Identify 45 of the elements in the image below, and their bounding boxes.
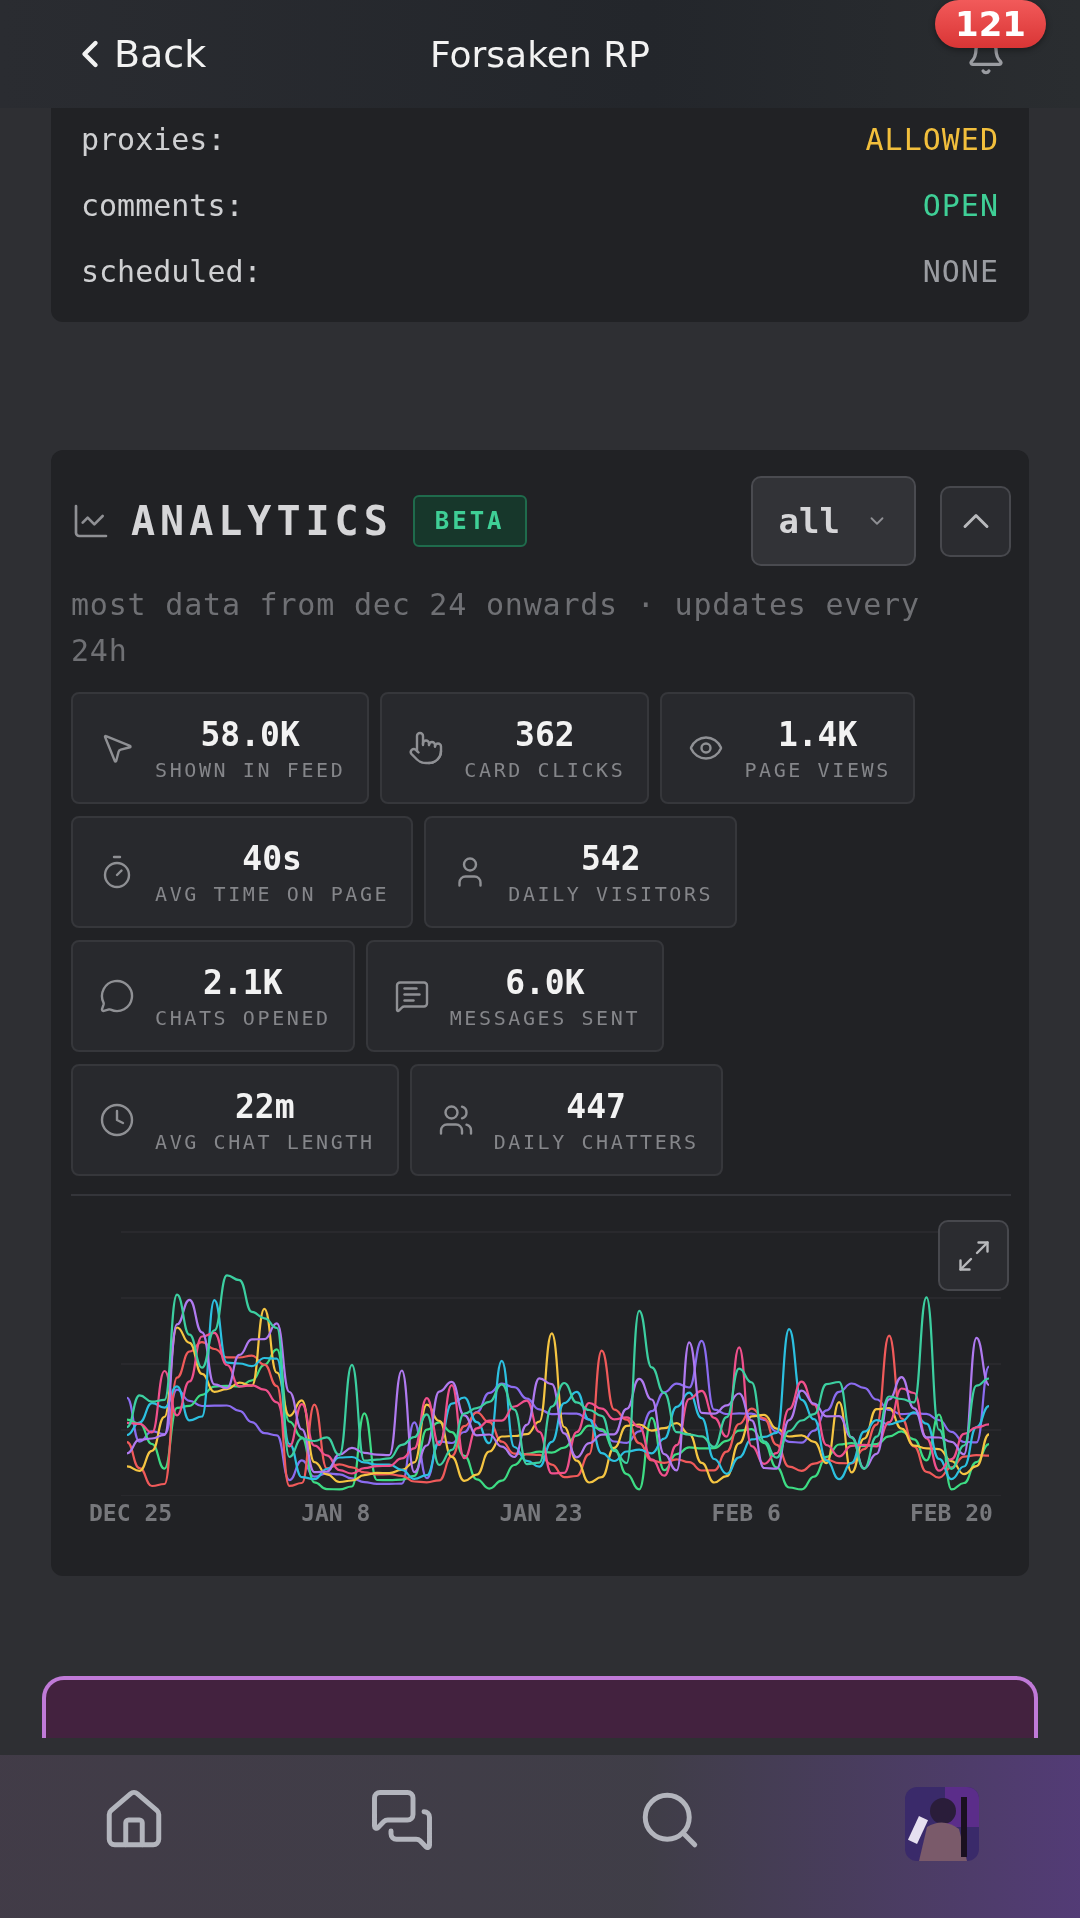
stat-value: 542 <box>580 838 641 878</box>
users-icon <box>437 1102 474 1138</box>
clock-icon <box>99 1102 135 1138</box>
pointing-hand-icon <box>408 730 445 766</box>
chats-icon <box>369 1787 435 1853</box>
stat-label: SHOWN IN FEED <box>155 757 346 782</box>
stat-value: 362 <box>515 714 575 754</box>
stat-value: 2.1K <box>203 962 283 1002</box>
beta-badge: BETA <box>412 495 527 547</box>
stat-label: AVG CHAT LENGTH <box>155 1129 375 1154</box>
analytics-note: most data from dec 24 onwards · updates every 24h <box>71 586 921 670</box>
setting-value: OPEN <box>922 188 999 224</box>
message-icon <box>393 978 430 1014</box>
axis-label: JAN 23 <box>499 1500 583 1526</box>
axis-label: FEB 6 <box>711 1500 781 1526</box>
axis-label: FEB 20 <box>909 1500 993 1526</box>
setting-value: NONE <box>922 254 999 290</box>
stat-label: PAGE VIEWS <box>744 757 891 782</box>
page-title: Forsaken RP <box>430 33 650 75</box>
axis-label: DEC 25 <box>89 1500 173 1526</box>
range-dropdown[interactable]: all <box>750 476 916 566</box>
stat-value: 58.0K <box>200 714 300 754</box>
stat-label: DAILY CHATTERS <box>493 1129 699 1154</box>
stat-label: AVG TIME ON PAGE <box>155 881 390 906</box>
stat-label: CHATS OPENED <box>155 1005 331 1030</box>
setting-label: comments: <box>81 188 244 224</box>
setting-label: proxies: <box>81 122 226 158</box>
section-title: ANALYTICS <box>131 498 393 544</box>
stat-label: DAILY VISITORS <box>508 881 714 906</box>
stat-value: 40s <box>242 838 302 878</box>
nav-button[interactable] <box>369 1787 435 1853</box>
stat-value: 1.4K <box>777 714 858 754</box>
setting-value: ALLOWED <box>865 122 999 158</box>
stat-label: MESSAGES SENT <box>449 1005 641 1030</box>
setting-label: scheduled: <box>81 254 262 290</box>
stat-value: 447 <box>566 1086 626 1126</box>
server-card[interactable] <box>42 1676 1038 1738</box>
stat-value: 22m <box>235 1086 295 1126</box>
stat-value: 6.0K <box>505 962 585 1002</box>
axis-label: JAN 8 <box>301 1500 371 1526</box>
expand-button[interactable] <box>938 1220 1009 1291</box>
back-button[interactable]: Back <box>68 32 207 76</box>
notification-badge: 121 <box>935 0 1046 48</box>
chat-bubble-icon <box>99 978 135 1014</box>
stat-label: CARD CLICKS <box>464 757 626 782</box>
